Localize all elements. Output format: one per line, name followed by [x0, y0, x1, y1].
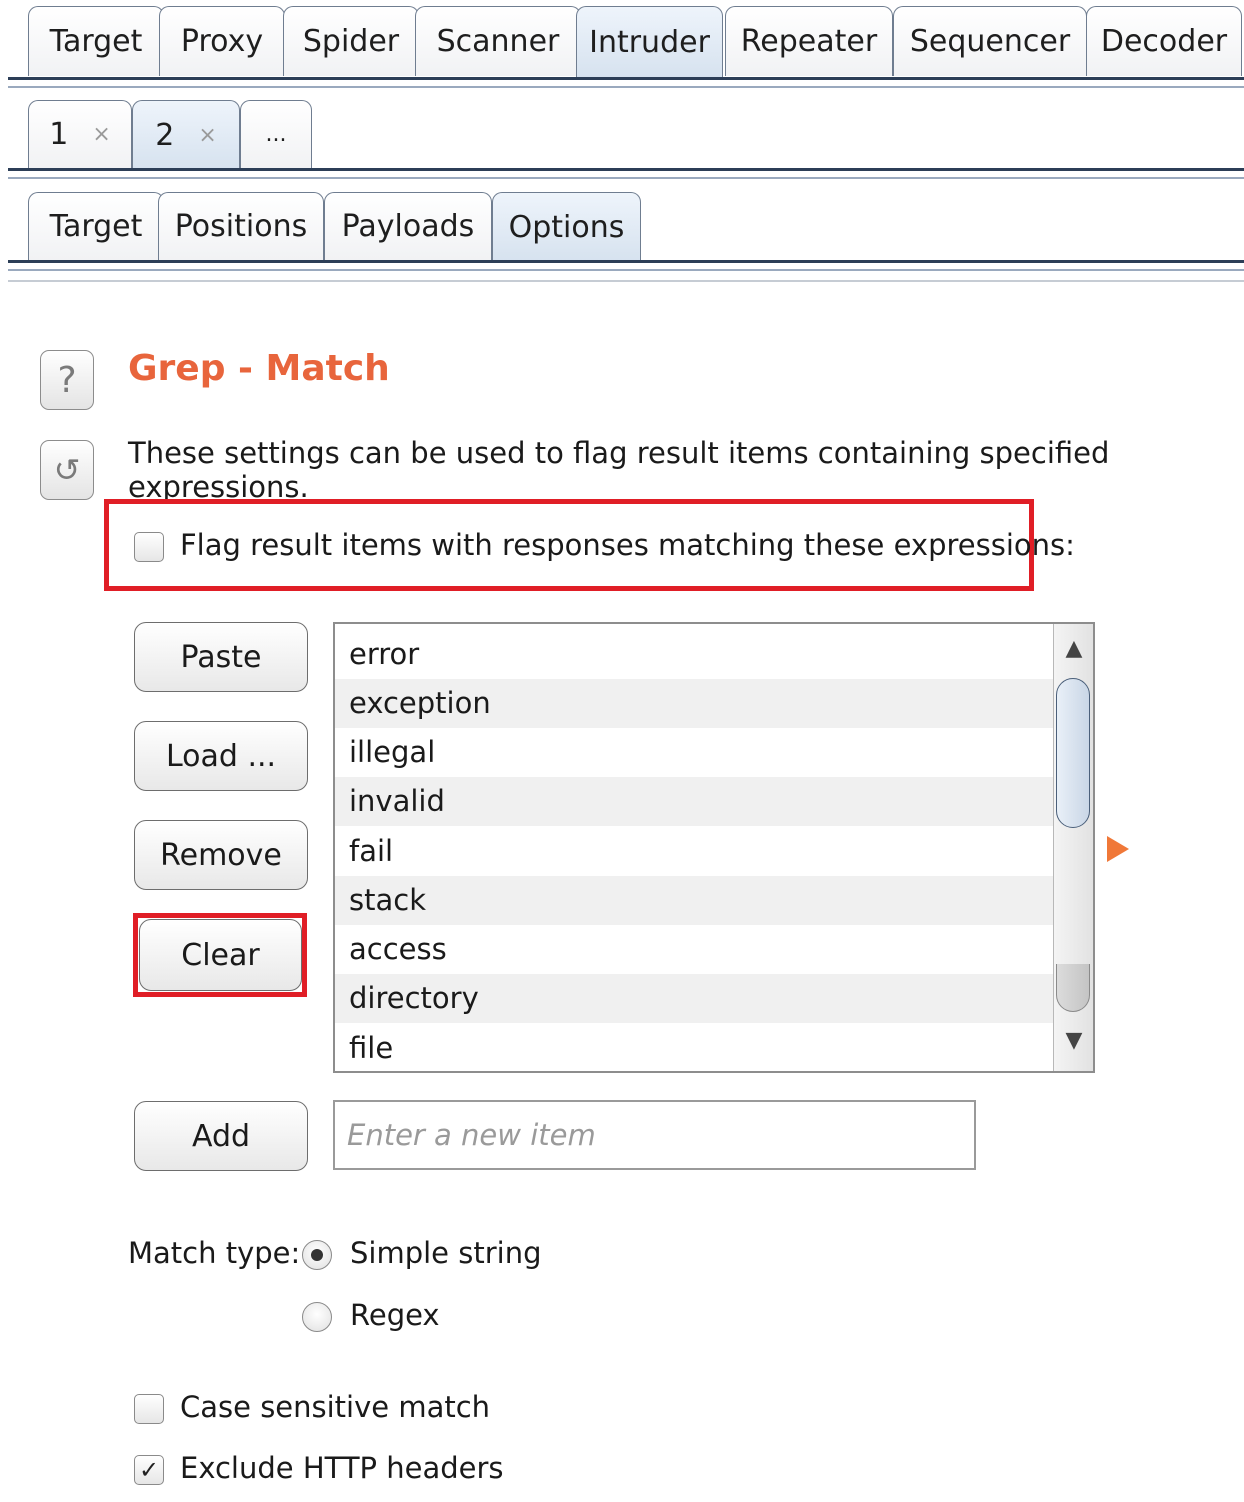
list-item[interactable]: access	[335, 925, 1053, 974]
tab-spider[interactable]: Spider	[283, 6, 419, 76]
close-icon[interactable]: ×	[198, 123, 216, 148]
close-icon[interactable]: ×	[92, 122, 110, 147]
expressions-list[interactable]: error exception illegal invalid fail sta…	[333, 622, 1095, 1073]
tabbar-divider	[8, 86, 1244, 88]
list-item[interactable]: invalid	[335, 777, 1053, 826]
tab-sequencer[interactable]: Sequencer	[893, 6, 1087, 76]
tabbar-divider	[8, 168, 1244, 171]
list-item[interactable]: exception	[335, 679, 1053, 728]
regex-label: Regex	[350, 1298, 440, 1332]
tab-payloads[interactable]: Payloads	[324, 192, 492, 260]
tab-proxy[interactable]: Proxy	[159, 6, 285, 76]
exclude-headers-checkbox[interactable]: ✓	[134, 1455, 164, 1485]
list-item[interactable]: file	[335, 1024, 1053, 1071]
tab-decoder[interactable]: Decoder	[1086, 6, 1242, 76]
attack-tab-label: 1	[49, 117, 69, 152]
section-description: These settings can be used to flag resul…	[128, 436, 1110, 504]
refresh-icon: ↺	[53, 451, 81, 489]
tabbar-divider	[8, 77, 1244, 80]
section-title: Grep - Match	[128, 348, 390, 389]
clear-button[interactable]: Clear	[139, 919, 302, 991]
simple-string-radio[interactable]	[302, 1240, 332, 1270]
scrollbar-thumb[interactable]	[1056, 678, 1090, 828]
case-sensitive-checkbox[interactable]	[134, 1394, 164, 1424]
remove-button[interactable]: Remove	[134, 820, 308, 890]
expand-arrow-icon[interactable]	[1105, 834, 1131, 864]
add-button[interactable]: Add	[134, 1101, 308, 1171]
tab-options[interactable]: Options	[492, 192, 641, 262]
tabbar-divider	[8, 280, 1244, 282]
list-item[interactable]: directory	[335, 974, 1053, 1023]
attack-tab-label: 2	[155, 118, 175, 153]
radio-selected-dot	[311, 1249, 323, 1261]
question-mark-icon: ?	[57, 359, 77, 401]
match-type-label: Match type:	[128, 1236, 301, 1270]
scroll-down-arrow-icon[interactable]: ▼	[1054, 1028, 1093, 1053]
reset-defaults-icon[interactable]: ↺	[40, 440, 94, 500]
paste-button[interactable]: Paste	[134, 622, 308, 692]
attack-tabbar: 1 × 2 × ...	[8, 100, 1244, 184]
list-item[interactable]: illegal	[335, 728, 1053, 777]
simple-string-label: Simple string	[350, 1236, 542, 1270]
main-tabbar: Target Proxy Spider Scanner Intruder Rep…	[8, 6, 1244, 90]
tab-target[interactable]: Target	[28, 6, 164, 76]
tabbar-divider	[8, 269, 1244, 271]
scrollbar-track-end	[1056, 964, 1090, 1012]
new-item-input[interactable]	[333, 1100, 976, 1170]
case-sensitive-label: Case sensitive match	[180, 1390, 491, 1424]
sub-tabbar: Target Positions Payloads Options	[8, 192, 1244, 288]
load-button[interactable]: Load ...	[134, 721, 308, 791]
regex-radio[interactable]	[302, 1302, 332, 1332]
list-scrollbar[interactable]: ▲ ▼	[1053, 624, 1093, 1071]
attack-tab-2[interactable]: 2 ×	[132, 100, 240, 170]
flag-results-checkbox[interactable]	[134, 532, 164, 562]
tab-target[interactable]: Target	[28, 192, 164, 260]
help-icon[interactable]: ?	[40, 350, 94, 410]
tab-intruder[interactable]: Intruder	[576, 6, 723, 78]
tab-positions[interactable]: Positions	[158, 192, 324, 260]
exclude-headers-label: Exclude HTTP headers	[180, 1451, 504, 1485]
list-item[interactable]: fail	[335, 827, 1053, 876]
tabbar-divider	[8, 260, 1244, 263]
new-tab-button[interactable]: ...	[240, 100, 312, 168]
list-item[interactable]: stack	[335, 876, 1053, 925]
attack-tab-1[interactable]: 1 ×	[28, 100, 132, 168]
flag-results-label: Flag result items with responses matchin…	[180, 528, 1075, 562]
list-item[interactable]: error	[335, 630, 1053, 679]
tab-repeater[interactable]: Repeater	[725, 6, 893, 76]
scroll-up-arrow-icon[interactable]: ▲	[1054, 636, 1093, 661]
tabbar-divider	[8, 177, 1244, 179]
tab-scanner[interactable]: Scanner	[415, 6, 581, 76]
